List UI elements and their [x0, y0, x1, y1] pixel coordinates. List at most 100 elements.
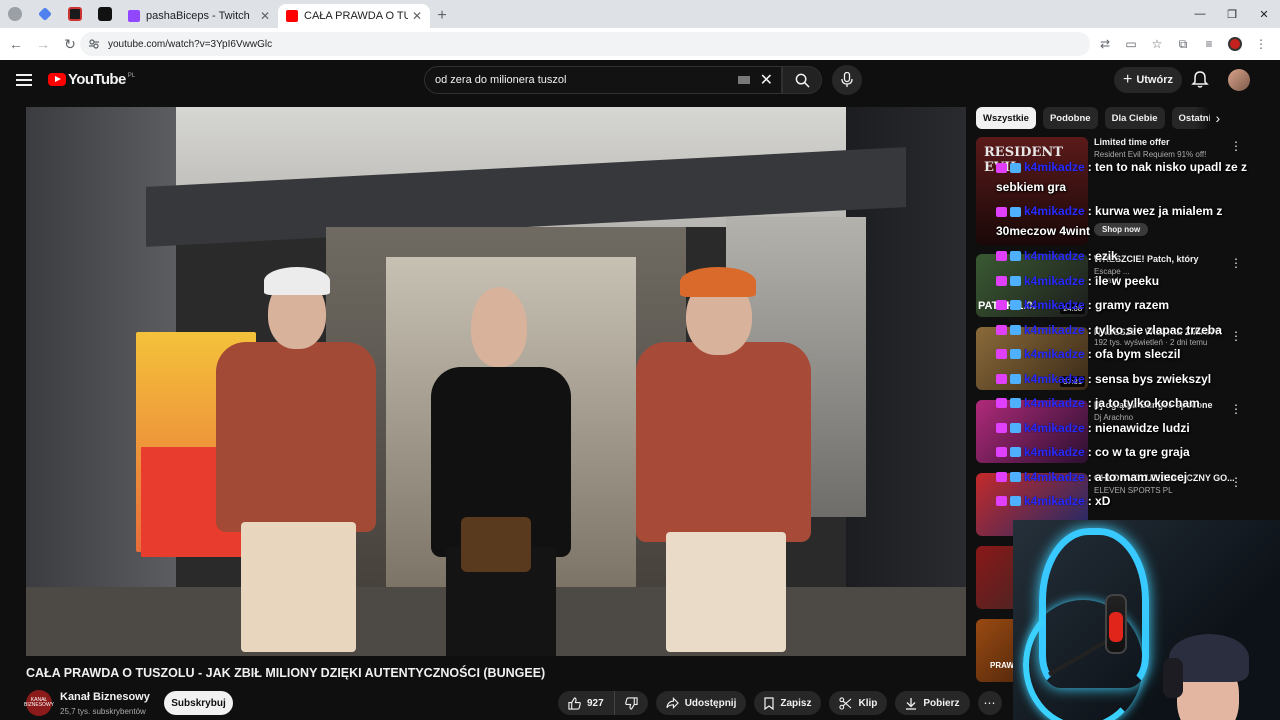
microphone: [1109, 612, 1123, 642]
pinned-tab-4[interactable]: [90, 0, 120, 28]
tab-twitch[interactable]: pashaBiceps - Twitch ✕: [120, 4, 278, 28]
close-tab-icon[interactable]: ✕: [412, 9, 422, 23]
tab-youtube[interactable]: CAŁA PRAWDA O TUSZOLU - JAK ✕: [278, 4, 430, 28]
clear-search-icon[interactable]: ✕: [760, 70, 773, 90]
like-dislike-group: 927: [558, 691, 648, 715]
chat-message: k4mikadze: xD: [996, 489, 1280, 514]
pinned-tab-1[interactable]: [0, 0, 30, 28]
back-button[interactable]: ←: [4, 32, 28, 56]
pinned-tab-2[interactable]: [30, 0, 60, 28]
hamburger-menu-icon[interactable]: [14, 70, 34, 90]
search-icon: [795, 73, 810, 88]
window-controls: — ❐ ✕: [1184, 0, 1280, 28]
download-button[interactable]: Pobierz: [895, 691, 970, 715]
chevron-right-icon[interactable]: ›: [1216, 110, 1221, 126]
thumbs-down-icon: [624, 696, 638, 710]
chat-message: k4mikadze: ezik: [996, 244, 1280, 269]
youtube-logo[interactable]: YouTube PL: [48, 71, 135, 88]
cast-icon[interactable]: ▭: [1120, 32, 1142, 56]
tv-badge-icon: [1010, 373, 1021, 384]
extensions-icon[interactable]: ⧉: [1172, 32, 1194, 56]
chat-message: k4mikadze: gramy razem: [996, 293, 1280, 318]
chat-message: k4mikadze: ofa bym sleczil: [996, 342, 1280, 367]
youtube-header: YouTube PL od zera do milionera tuszol ✕…: [0, 60, 1280, 100]
like-button[interactable]: 927: [558, 691, 615, 715]
chip-dla-ciebie[interactable]: Dla Ciebie: [1104, 107, 1165, 129]
save-button[interactable]: Zapisz: [754, 691, 822, 715]
tv-badge-icon: [1010, 422, 1021, 433]
video-player[interactable]: [26, 107, 966, 656]
tv-badge-icon: [1010, 251, 1021, 262]
channel-name[interactable]: Kanał Biznesowy: [60, 691, 150, 703]
clip-button[interactable]: Klip: [829, 691, 888, 715]
share-button[interactable]: Udostępnij: [655, 691, 747, 715]
chat-text: : tylko sie zlapac trzeba: [1087, 322, 1222, 337]
subscriber-badge-icon: [996, 349, 1007, 360]
channel-avatar[interactable]: KANAŁ BIZNESOWY: [24, 690, 54, 716]
chat-message: k4mikadze: nienawidze ludzi: [996, 416, 1280, 441]
chip-ostatnio[interactable]: Ostatnio: [1171, 107, 1210, 129]
chat-message: k4mikadze: co w ta gre graja: [996, 440, 1280, 465]
chat-username: k4mikadze: [1024, 249, 1085, 263]
chat-username: k4mikadze: [1024, 494, 1085, 508]
recommendation-title: Limited time offer: [1094, 137, 1170, 147]
tv-badge-icon: [1010, 324, 1021, 335]
create-button[interactable]: + Utwórz: [1114, 67, 1182, 93]
chip-wszystkie[interactable]: Wszystkie: [976, 107, 1036, 129]
dislike-button[interactable]: [615, 691, 648, 715]
chat-message: k4mikadze: kurwa wez ja mialem z 30meczo…: [996, 201, 1280, 241]
notifications-bell-icon[interactable]: [1190, 70, 1210, 90]
pinned-tab-3[interactable]: [60, 0, 90, 28]
gemini-icon: [38, 7, 52, 21]
bookmark-star-icon[interactable]: ☆: [1146, 32, 1168, 56]
search-box[interactable]: od zera do milionera tuszol ✕: [424, 66, 782, 94]
bookmark-icon: [764, 696, 774, 710]
search-button[interactable]: [782, 66, 822, 94]
logo-text: YouTube: [68, 71, 126, 88]
more-actions-icon[interactable]: ⋯: [977, 691, 1002, 715]
subscriber-badge-icon: [996, 422, 1007, 433]
search-input[interactable]: od zera do milionera tuszol: [435, 74, 738, 86]
chat-username: k4mikadze: [1024, 469, 1085, 484]
share-icon: [666, 697, 679, 709]
site-info-icon[interactable]: [88, 38, 100, 50]
tiktok-icon: [98, 7, 112, 21]
more-options-icon[interactable]: ⋮: [1230, 139, 1242, 153]
browser-toolbar: ← → ↻ youtube.com/watch?v=3YpI6VwwGlc ⇄ …: [0, 28, 1280, 60]
minimize-icon[interactable]: —: [1184, 0, 1216, 28]
subscriber-badge-icon: [996, 373, 1007, 384]
translate-icon[interactable]: ⇄: [1094, 32, 1116, 56]
stream-chat-overlay: k4mikadze: ten to nak nisko upadl ze z s…: [996, 157, 1280, 514]
chrome-menu-icon[interactable]: ⋮: [1250, 32, 1272, 56]
chat-text: : ja to tylko kocham: [1087, 396, 1200, 410]
subscribe-button[interactable]: Subskrybuj: [164, 691, 233, 715]
restore-icon[interactable]: ❐: [1216, 0, 1248, 28]
address-bar[interactable]: youtube.com/watch?v=3YpI6VwwGlc: [80, 32, 1090, 56]
forward-button[interactable]: →: [31, 32, 55, 56]
create-label: Utwórz: [1136, 74, 1173, 86]
tv-badge-icon: [1010, 275, 1021, 286]
new-tab-button[interactable]: +: [430, 4, 454, 28]
reading-list-icon[interactable]: ≡: [1198, 32, 1220, 56]
chat-username: k4mikadze: [1024, 160, 1085, 174]
close-tab-icon[interactable]: ✕: [260, 9, 270, 23]
chat-username: k4mikadze: [1024, 420, 1085, 435]
voice-search-button[interactable]: [832, 65, 862, 95]
chat-text: : a to mam wiecej: [1087, 469, 1188, 484]
chip-podobne[interactable]: Podobne: [1042, 107, 1098, 129]
profile-icon[interactable]: [1224, 32, 1246, 56]
video-actions: 927 Udostępnij Zapisz Klip Pobierz ⋯: [558, 691, 1002, 715]
subscriber-badge-icon: [996, 206, 1007, 217]
account-avatar[interactable]: [1228, 69, 1250, 91]
keyboard-icon[interactable]: [737, 76, 750, 84]
channel-subscriber-count: 25,7 tys. subskrybentów: [60, 707, 146, 716]
recommendation-chips: Wszystkie Podobne Dla Ciebie Ostatnio ›: [976, 107, 1276, 129]
chat-text: : gramy razem: [1087, 298, 1170, 312]
app-icon: [68, 7, 82, 21]
tab-title: CAŁA PRAWDA O TUSZOLU - JAK: [304, 10, 408, 22]
subscriber-badge-icon: [996, 324, 1007, 335]
chat-username: k4mikadze: [1024, 445, 1085, 459]
close-window-icon[interactable]: ✕: [1248, 0, 1280, 28]
reload-button[interactable]: ↻: [58, 32, 82, 56]
microphone-icon: [841, 72, 853, 87]
